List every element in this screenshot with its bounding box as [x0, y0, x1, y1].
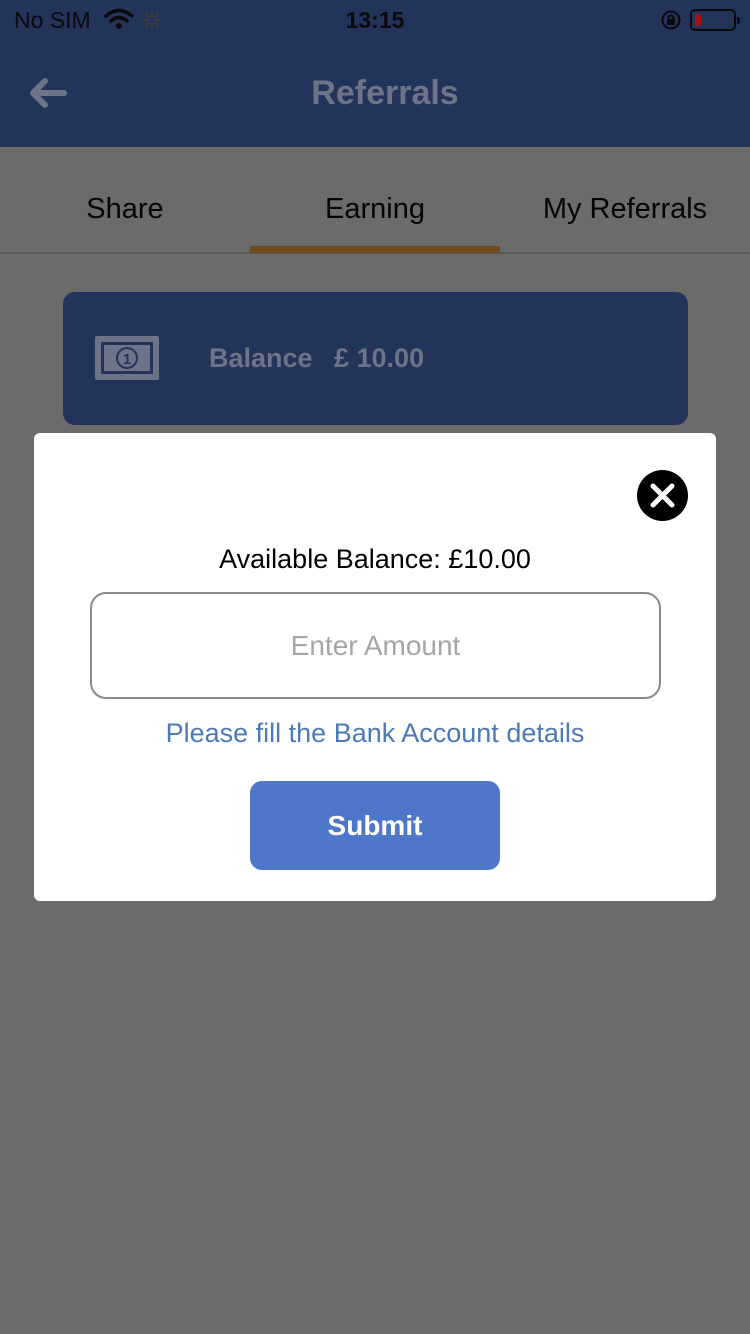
page-title: Referrals: [311, 74, 459, 112]
status-bar: No SIM 13:15: [0, 0, 750, 40]
tab-share[interactable]: Share: [0, 193, 250, 226]
amount-input[interactable]: [90, 592, 661, 699]
balance-label: Balance: [209, 343, 313, 373]
withdraw-modal: Available Balance: £10.00 Please fill th…: [34, 433, 716, 901]
submit-button[interactable]: Submit: [250, 781, 500, 870]
balance-value: £ 10.00: [334, 343, 425, 373]
orientation-lock-icon: [660, 9, 682, 36]
available-balance-text: Available Balance: £10.00: [219, 544, 531, 574]
bank-details-link[interactable]: Please fill the Bank Account details: [34, 718, 716, 749]
tab-my-referrals[interactable]: My Referrals: [500, 193, 750, 226]
tab-earning[interactable]: Earning: [250, 193, 500, 226]
banknote-icon: 1: [95, 336, 159, 385]
app-header: Referrals: [0, 40, 750, 147]
tab-bar: Share Earning My Referrals: [0, 147, 750, 254]
battery-icon: [690, 9, 740, 31]
status-time: 13:15: [345, 7, 405, 33]
active-tab-indicator: [250, 246, 500, 253]
svg-text:1: 1: [123, 351, 131, 368]
close-button[interactable]: [637, 470, 688, 521]
balance-card: 1 Balance £ 10.00: [63, 292, 688, 425]
close-icon: [650, 483, 675, 508]
